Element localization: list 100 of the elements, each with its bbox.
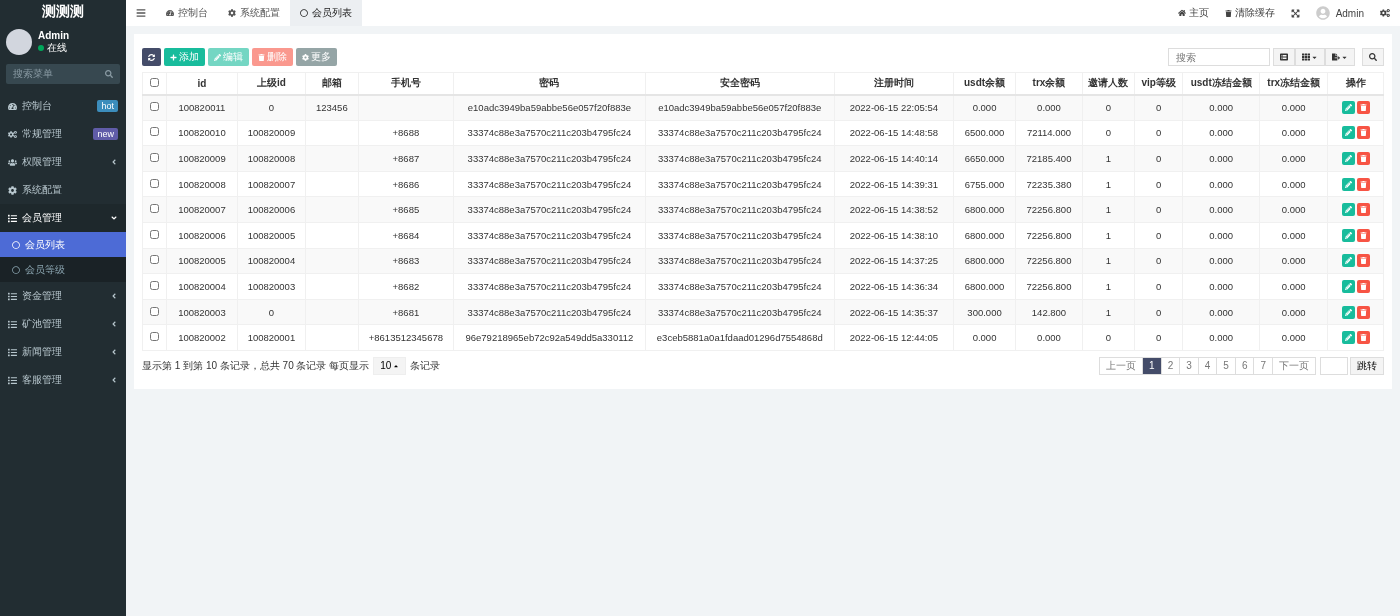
caret-icon (110, 292, 118, 300)
pencil-icon (1344, 308, 1352, 316)
sidebar-subitem[interactable]: 会员等级 (0, 257, 126, 282)
page-button[interactable]: 1 (1142, 356, 1162, 375)
sidebar-item[interactable]: 新闻管理 (0, 338, 126, 366)
tab[interactable]: 会员列表 (290, 0, 362, 26)
column-header: trx余额 (1015, 72, 1083, 95)
table-cell: 33374c88e3a7570c211c203b4795fc24 (645, 222, 835, 249)
row-checkbox[interactable] (150, 306, 160, 316)
table-cell: 72235.380 (1015, 171, 1083, 197)
table-cell: 100820005 (237, 222, 306, 249)
sidebar-item[interactable]: 常规管理 new (0, 120, 126, 148)
user-menu[interactable]: Admin (1315, 6, 1364, 20)
table-cell: 100820003 (237, 273, 306, 300)
delete-button[interactable] (1356, 279, 1370, 293)
delete-button[interactable] (1356, 203, 1370, 217)
table-cell: 33374c88e3a7570c211c203b4795fc24 (453, 222, 646, 249)
table-cell: 2022-06-15 14:38:10 (834, 222, 954, 249)
column-header: 操作 (1327, 72, 1384, 95)
edit-button[interactable] (1341, 331, 1355, 345)
table-cell: +8686 (358, 171, 454, 197)
sidebar-item[interactable]: 资金管理 (0, 282, 126, 310)
edit-button[interactable] (1341, 279, 1355, 293)
table-cell: 0 (1134, 222, 1183, 249)
table-cell: 0.000 (1182, 145, 1260, 172)
refresh-button[interactable] (142, 48, 161, 66)
row-checkbox[interactable] (150, 204, 160, 214)
page-button[interactable]: 6 (1234, 356, 1255, 375)
table-cell: 0.000 (1015, 94, 1083, 121)
table-cell: 33374c88e3a7570c211c203b4795fc24 (645, 171, 835, 197)
search-field[interactable]: 搜索 (1168, 48, 1270, 66)
export-button[interactable] (1325, 48, 1355, 66)
edit-button[interactable] (1341, 254, 1355, 268)
row-checkbox[interactable] (150, 127, 160, 137)
edit-button[interactable] (1341, 126, 1355, 140)
delete-button[interactable] (1356, 305, 1370, 319)
user-name: Admin (38, 29, 70, 41)
toggle-view-button[interactable] (1273, 48, 1295, 66)
table-cell: 100820009 (237, 120, 306, 146)
page-button[interactable]: 4 (1197, 356, 1218, 375)
column-header: 上级id (237, 72, 306, 95)
columns-button[interactable] (1295, 48, 1325, 66)
search-button[interactable] (1362, 48, 1384, 66)
table-cell: 33374c88e3a7570c211c203b4795fc24 (453, 299, 646, 325)
row-checkbox[interactable] (150, 153, 160, 162)
page-number-field[interactable] (1320, 356, 1348, 375)
row-checkbox[interactable] (150, 178, 160, 188)
table-cell: 33374c88e3a7570c211c203b4795fc24 (453, 171, 646, 197)
delete-button[interactable] (1356, 254, 1370, 268)
row-checkbox[interactable] (150, 102, 160, 112)
delete-button[interactable] (1356, 101, 1370, 115)
list-icon (8, 213, 17, 223)
table-cell: 0 (1134, 120, 1183, 146)
edit-button[interactable] (1341, 305, 1355, 319)
sidebar-subitem[interactable]: 会员列表 (0, 232, 126, 257)
edit-button[interactable] (1341, 228, 1355, 242)
row-checkbox[interactable] (150, 332, 160, 342)
column-header: usdt余额 (953, 72, 1016, 95)
edit-button[interactable] (1341, 203, 1355, 217)
avatar (6, 29, 32, 55)
page-size-select[interactable]: 10 (373, 356, 407, 375)
list-icon (8, 347, 17, 357)
edit-button[interactable] (1341, 152, 1355, 165)
table-cell: 1 (1082, 196, 1135, 223)
delete-button[interactable] (1356, 152, 1370, 165)
table-cell: 33374c88e3a7570c211c203b4795fc24 (453, 120, 646, 146)
sidebar-item[interactable]: 客服管理 (0, 366, 126, 394)
pencil-icon (1344, 282, 1352, 290)
home-link[interactable]: 主页 (1177, 6, 1209, 20)
delete-button[interactable] (1356, 126, 1370, 140)
select-all-checkbox[interactable] (150, 77, 160, 87)
page-button[interactable]: 3 (1179, 356, 1199, 375)
delete-button[interactable] (1356, 228, 1370, 242)
row-checkbox[interactable] (150, 280, 160, 290)
table-cell: 123456 (305, 94, 359, 121)
table-cell: 0 (1134, 196, 1183, 223)
table-cell: 72185.400 (1015, 145, 1083, 172)
sidebar-item[interactable]: 权限管理 (0, 148, 126, 176)
page-button[interactable]: 7 (1253, 356, 1273, 375)
table-cell: e3ceb5881a0a1fdaad01296d7554868d (645, 324, 835, 351)
jump-button[interactable]: 跳转 (1350, 356, 1384, 375)
page-button[interactable]: 5 (1216, 356, 1236, 375)
prev-page-button[interactable]: 上一页 (1099, 356, 1144, 375)
delete-button[interactable] (1356, 331, 1370, 345)
table-cell: 33374c88e3a7570c211c203b4795fc24 (645, 145, 835, 172)
table-cell: 6500.000 (953, 120, 1016, 146)
page-button[interactable]: 2 (1160, 356, 1181, 375)
sidebar-item[interactable]: 控制台 hot (0, 92, 126, 120)
row-checkbox[interactable] (150, 229, 160, 239)
edit-button[interactable] (1341, 177, 1355, 191)
next-page-button[interactable]: 下一页 (1272, 356, 1316, 375)
sidebar-item[interactable]: 系统配置 (0, 176, 126, 204)
edit-button[interactable] (1341, 101, 1355, 115)
delete-button[interactable] (1356, 177, 1370, 191)
sidebar-item[interactable]: 会员管理 (0, 204, 126, 232)
table-cell: 2022-06-15 12:44:05 (834, 324, 954, 351)
row-checkbox[interactable] (150, 255, 160, 265)
sidebar-item[interactable]: 矿池管理 (0, 310, 126, 338)
clear-cache-link[interactable]: 清除缓存 (1224, 6, 1275, 20)
table-cell: 0.000 (1182, 299, 1260, 325)
